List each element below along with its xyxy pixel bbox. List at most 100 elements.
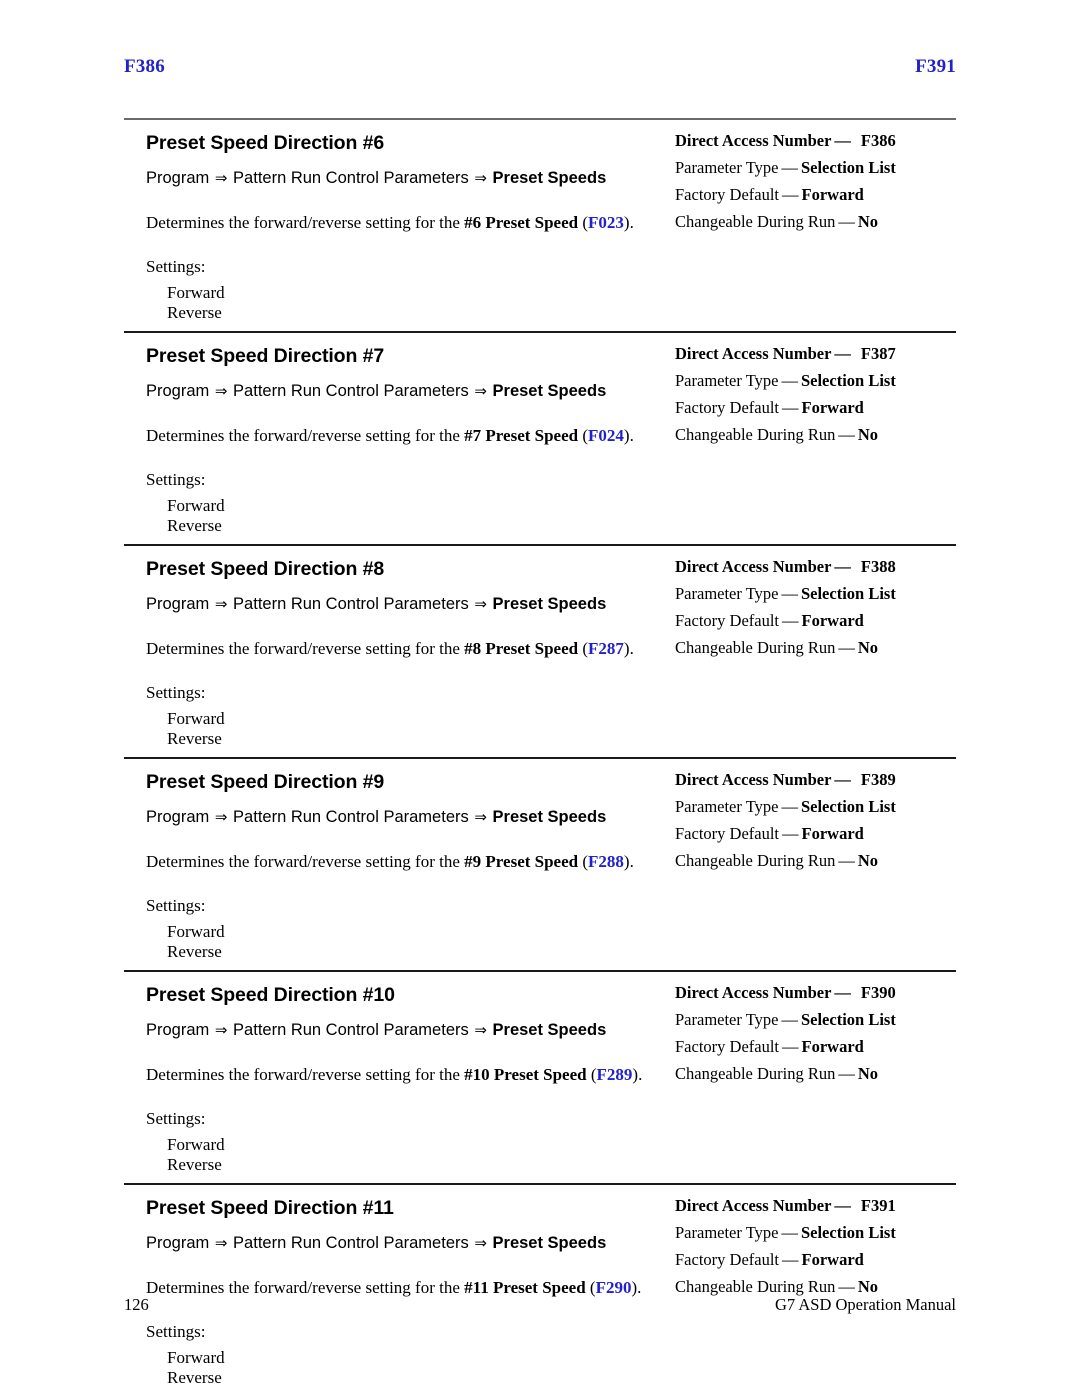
spec-label: Factory Default [675, 1037, 780, 1056]
spec-value: F387 [860, 344, 896, 363]
spec-line: Factory Default — Forward [675, 1037, 956, 1057]
spec-line: Direct Access Number — F391 [675, 1196, 956, 1216]
spec-line: Factory Default — Forward [675, 611, 956, 631]
settings-option-list: Forward Reverse [146, 283, 669, 323]
parameter-sections: Preset Speed Direction #6 Program ⇒ Patte… [124, 118, 956, 1396]
spec-dash: — [781, 584, 798, 603]
spec-label: Parameter Type [675, 1223, 779, 1242]
description-paren-close: ). [623, 426, 634, 445]
spec-line: Parameter Type — Selection List [675, 158, 956, 178]
settings-label: Settings: [146, 1322, 206, 1341]
settings-option: Forward [167, 922, 225, 941]
parameter-title: Preset Speed Direction #10 [146, 984, 395, 1006]
description-paren-open: ( [578, 852, 589, 871]
spec-label: Direct Access Number [675, 557, 832, 576]
breadcrumb-group: Pattern Run Control Parameters [233, 808, 469, 826]
spec-value: Selection List [800, 158, 896, 177]
spec-dash: — [838, 638, 855, 657]
spec-label: Factory Default [675, 611, 780, 630]
parameter-description-column: Preset Speed Direction #9 Program ⇒ Patte… [124, 770, 669, 962]
spec-label: Direct Access Number [675, 131, 832, 150]
spec-value: Selection List [800, 797, 896, 816]
settings-option: Reverse [167, 942, 222, 961]
spec-value: Forward [801, 611, 864, 630]
description-lead: Determines the forward/reverse setting f… [146, 213, 465, 232]
spec-value: Forward [801, 185, 864, 204]
spec-line: Changeable During Run — No [675, 212, 956, 232]
spec-line: Parameter Type — Selection List [675, 371, 956, 391]
spec-dash: — [782, 185, 799, 204]
spec-dash: — [834, 131, 851, 150]
parameter-title: Preset Speed Direction #6 [146, 132, 385, 154]
spec-value: Forward [801, 398, 864, 417]
description-emphasis: #7 Preset Speed [464, 426, 579, 445]
parameter-description: Determines the forward/reverse setting f… [146, 1064, 669, 1086]
breadcrumb-leaf: Preset Speeds [492, 1021, 607, 1039]
spec-line: Direct Access Number — F390 [675, 983, 956, 1003]
breadcrumb-arrow-icon: ⇒ [474, 382, 487, 400]
settings-option: Reverse [167, 516, 222, 535]
parameter-spec-column: Direct Access Number — F387 Parameter Type —… [669, 344, 956, 445]
breadcrumb-group: Pattern Run Control Parameters [233, 1021, 469, 1039]
parameter-section: Preset Speed Direction #6 Program ⇒ Patte… [124, 118, 956, 331]
parameter-spec-column: Direct Access Number — F390 Parameter Type —… [669, 983, 956, 1084]
breadcrumb: Program ⇒ Pattern Run Control Parameters… [146, 1232, 669, 1254]
breadcrumb-root: Program [146, 808, 210, 826]
spec-label: Direct Access Number [675, 1196, 832, 1215]
breadcrumb-group: Pattern Run Control Parameters [233, 1234, 469, 1252]
spec-dash: — [834, 1196, 851, 1215]
running-header-left-folio: F386 [124, 56, 165, 77]
description-paren-close: ). [623, 852, 634, 871]
description-paren-close: ). [623, 639, 634, 658]
spec-dash: — [782, 1250, 799, 1269]
breadcrumb-root: Program [146, 1234, 210, 1252]
parameter-section: Preset Speed Direction #8 Program ⇒ Patte… [124, 544, 956, 757]
settings-option: Reverse [167, 729, 222, 748]
breadcrumb-root: Program [146, 382, 210, 400]
parameter-section: Preset Speed Direction #11 Program ⇒ Patt… [124, 1183, 956, 1396]
parameter-code-link[interactable]: F288 [588, 852, 624, 871]
spec-line: Direct Access Number — F389 [675, 770, 956, 790]
spec-dash: — [834, 344, 851, 363]
spec-label: Direct Access Number [675, 983, 832, 1002]
parameter-code-link[interactable]: F287 [588, 639, 624, 658]
parameter-title: Preset Speed Direction #7 [146, 345, 385, 367]
spec-label: Parameter Type [675, 371, 779, 390]
breadcrumb: Program ⇒ Pattern Run Control Parameters… [146, 806, 669, 828]
breadcrumb-arrow-icon: ⇒ [214, 382, 228, 400]
spec-label: Factory Default [675, 398, 780, 417]
parameter-description-column: Preset Speed Direction #8 Program ⇒ Patte… [124, 557, 669, 749]
spec-value: Selection List [800, 1010, 896, 1029]
parameter-spec-column: Direct Access Number — F388 Parameter Type —… [669, 557, 956, 658]
description-emphasis: #6 Preset Speed [464, 213, 579, 232]
parameter-code-link[interactable]: F024 [588, 426, 624, 445]
parameter-description-column: Preset Speed Direction #10 Program ⇒ Patt… [124, 983, 669, 1175]
parameter-title: Preset Speed Direction #9 [146, 771, 385, 793]
breadcrumb-group: Pattern Run Control Parameters [233, 382, 469, 400]
spec-label: Changeable During Run [675, 425, 836, 444]
description-emphasis: #8 Preset Speed [464, 639, 579, 658]
parameter-spec-column: Direct Access Number — F389 Parameter Type —… [669, 770, 956, 871]
spec-line: Changeable During Run — No [675, 638, 956, 658]
breadcrumb-arrow-icon: ⇒ [474, 808, 487, 826]
settings-option: Forward [167, 1135, 225, 1154]
footer-page-number: 126 [124, 1295, 149, 1314]
spec-value: No [857, 212, 879, 231]
breadcrumb-root: Program [146, 595, 210, 613]
running-header: F386 F391 [124, 56, 956, 78]
description-emphasis: #9 Preset Speed [464, 852, 579, 871]
description-lead: Determines the forward/reverse setting f… [146, 639, 465, 658]
footer-manual-title: G7 ASD Operation Manual [774, 1295, 956, 1314]
settings-option: Forward [167, 709, 225, 728]
spec-dash: — [782, 611, 799, 630]
spec-value: F388 [860, 557, 896, 576]
breadcrumb-arrow-icon: ⇒ [474, 595, 487, 613]
parameter-code-link[interactable]: F023 [588, 213, 624, 232]
spec-line: Direct Access Number — F387 [675, 344, 956, 364]
settings-label: Settings: [146, 470, 206, 489]
spec-dash: — [838, 425, 855, 444]
spec-line: Parameter Type — Selection List [675, 584, 956, 604]
spec-line: Parameter Type — Selection List [675, 797, 956, 817]
parameter-code-link[interactable]: F289 [597, 1065, 633, 1084]
spec-value: F391 [860, 1196, 896, 1215]
